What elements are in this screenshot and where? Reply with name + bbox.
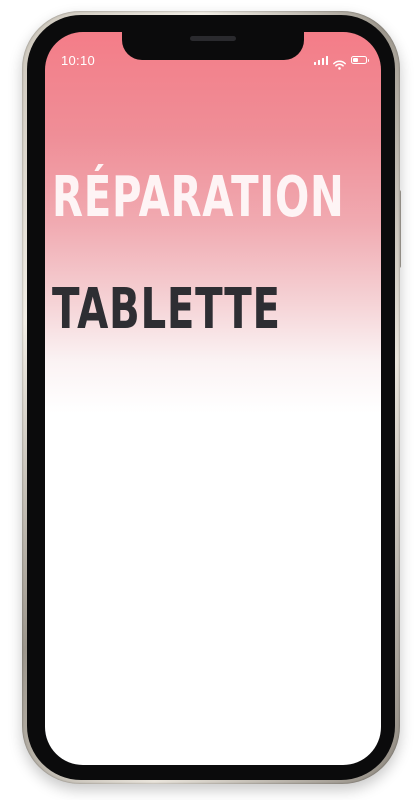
wifi-icon [333,55,346,70]
speaker-grille [190,36,236,41]
phone-screen: 10:10 RÉPARATION TABLETTE [45,32,381,765]
status-icons [313,54,369,70]
battery-icon [351,56,369,64]
status-time: 10:10 [61,53,96,68]
notch [122,32,304,60]
title-line-2: TABLETTE [52,277,281,342]
stage: 10:10 RÉPARATION TABLETTE [0,0,416,800]
title-line-1: RÉPARATION [52,165,345,230]
signal-icon [313,55,328,65]
battery-level [353,58,359,62]
